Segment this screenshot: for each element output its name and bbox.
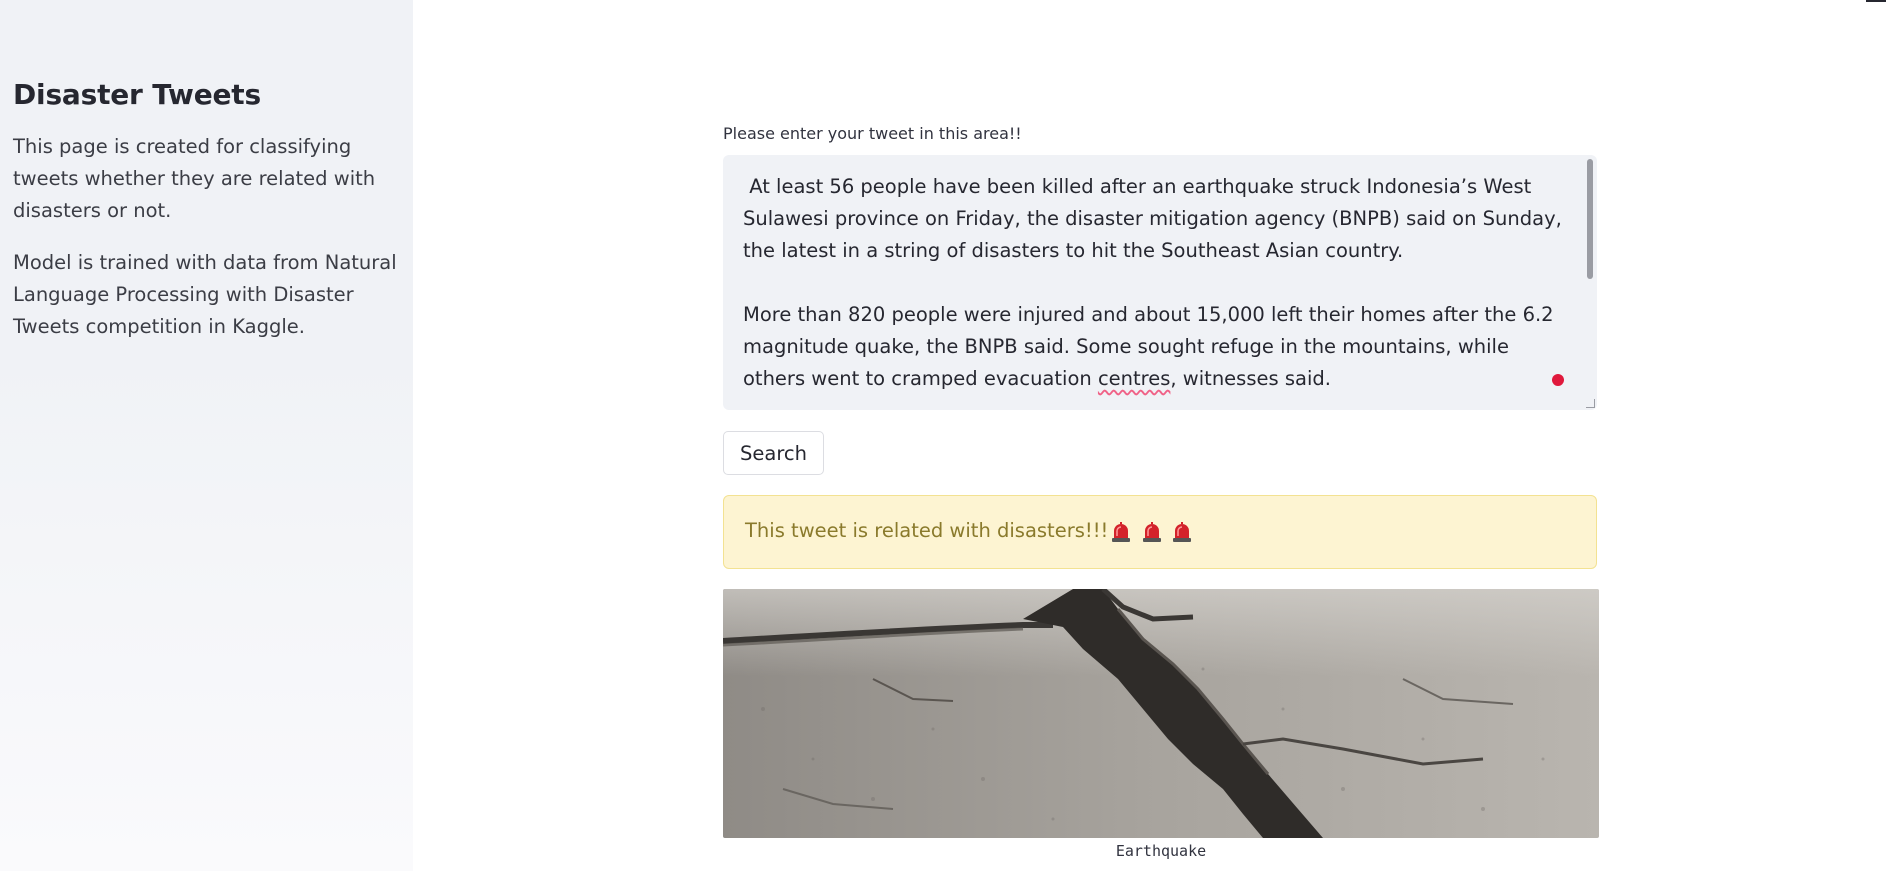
- tweet-input-label: Please enter your tweet in this area!!: [723, 124, 1022, 143]
- search-button[interactable]: Search: [723, 431, 824, 475]
- siren-icon: [1142, 522, 1161, 543]
- siren-icon: [1172, 522, 1191, 543]
- corner-indicator: [1866, 0, 1886, 2]
- image-caption: Earthquake: [1115, 842, 1207, 860]
- sidebar: Disaster Tweets This page is created for…: [0, 0, 413, 871]
- siren-icon: [1112, 522, 1131, 543]
- tweet-textarea[interactable]: At least 56 people have been killed afte…: [723, 155, 1597, 410]
- tweet-paragraph-2: More than 820 people were injured and ab…: [743, 303, 1560, 390]
- result-message: This tweet is related with disasters!!!: [745, 519, 1109, 542]
- tweet-paragraph-1: At least 56 people have been killed afte…: [743, 175, 1569, 262]
- earthquake-image: [723, 589, 1599, 838]
- sidebar-description: This page is created for classifying twe…: [13, 135, 376, 222]
- spellcheck-word[interactable]: centres: [1098, 367, 1170, 390]
- siren-icons: [1110, 520, 1194, 544]
- recording-dot-icon: [1552, 374, 1564, 386]
- result-text: This tweet is related with disasters!!!: [745, 519, 1195, 543]
- sidebar-model-info: Model is trained with data from Natural …: [13, 251, 397, 338]
- result-alert: This tweet is related with disasters!!!: [723, 495, 1597, 569]
- textarea-scrollbar[interactable]: [1587, 159, 1593, 279]
- resize-handle-icon[interactable]: [1586, 399, 1595, 408]
- sidebar-title: Disaster Tweets: [13, 78, 261, 111]
- tweet-text[interactable]: At least 56 people have been killed afte…: [743, 171, 1563, 395]
